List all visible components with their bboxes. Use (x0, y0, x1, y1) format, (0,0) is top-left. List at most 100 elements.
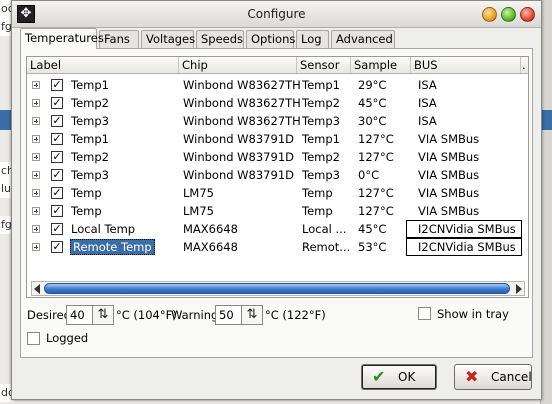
row-bus: VIA SMBus (418, 186, 480, 200)
table-row[interactable]: ✓ Temp LM75 Temp 127°C VIA SMBus (27, 184, 528, 202)
table-row[interactable]: ✓ Local Temp MAX6648 Local ... 45°C I2CNVidia… (27, 220, 528, 238)
row-checkbox[interactable]: ✓ (51, 151, 63, 163)
column-header-sensor[interactable]: Sensor (297, 57, 351, 73)
row-checkbox[interactable]: ✓ (51, 97, 63, 109)
row-checkbox[interactable]: ✓ (51, 205, 63, 217)
horizontal-scrollbar[interactable] (31, 281, 525, 296)
row-chip: LM75 (183, 204, 214, 218)
x-icon: ✖ (465, 367, 479, 386)
expand-plus-icon[interactable] (32, 243, 40, 251)
row-sensor: Temp3 (302, 114, 340, 128)
row-label: Temp (71, 204, 102, 218)
spin-arrows-icon[interactable]: ⇅ (92, 305, 114, 325)
expand-plus-icon[interactable] (32, 117, 40, 125)
show-in-tray-checkbox[interactable] (418, 307, 431, 320)
row-checkbox[interactable]: ✓ (51, 187, 63, 199)
table-row[interactable]: ✓ Temp2 Winbond W83627THF Temp2 45°C ISA (27, 94, 528, 112)
scroll-left-icon[interactable] (34, 284, 40, 294)
warning-label: Warning (171, 308, 219, 322)
table-row[interactable]: ✓ Temp3 Winbond W83791D Temp3 0°C VIA SMBus (27, 166, 528, 184)
tab-speeds[interactable]: Speeds (196, 30, 244, 48)
row-bus: VIA SMBus (418, 204, 480, 218)
scroll-thumb[interactable] (44, 283, 510, 294)
logged-label: Logged (46, 331, 89, 345)
row-sensor: Temp (302, 204, 333, 218)
warning-input[interactable]: 50 (215, 305, 243, 325)
row-sensor: Temp2 (302, 96, 340, 110)
logged-checkbox[interactable] (27, 332, 40, 345)
row-checkbox[interactable]: ✓ (51, 241, 63, 253)
close-button[interactable] (520, 7, 535, 22)
row-label: Local Temp (71, 222, 136, 236)
row-sample: 30°C (358, 114, 387, 128)
desired-unit: °C (104°F) (116, 308, 177, 322)
scroll-right-icon[interactable] (516, 284, 522, 294)
row-bus: VIA SMBus (418, 132, 480, 146)
row-label: Temp3 (71, 114, 109, 128)
row-label: Temp3 (71, 168, 109, 182)
maximize-button[interactable] (501, 7, 516, 22)
row-sample: 127°C (358, 132, 394, 146)
temperatures-panel: Label Chip Sensor Sample BUS . ✓ Temp1 Win… (20, 48, 533, 358)
desired-input[interactable]: 40 (66, 305, 94, 325)
checkmark-icon: ✔ (372, 367, 386, 386)
table-row[interactable]: ✓ Temp LM75 Temp 127°C VIA SMBus (27, 202, 528, 220)
ok-button[interactable]: ✔ OK (361, 364, 437, 390)
table-row[interactable]: ✓ Temp3 Winbond W83627THF Temp3 30°C ISA (27, 112, 528, 130)
tab-fans[interactable]: Fans (99, 30, 139, 48)
row-sensor: Temp1 (302, 132, 340, 146)
spin-arrows-icon[interactable]: ⇅ (241, 305, 263, 325)
row-checkbox[interactable]: ✓ (51, 223, 63, 235)
row-checkbox[interactable]: ✓ (51, 133, 63, 145)
column-header-label[interactable]: Label (27, 57, 179, 73)
row-chip: Winbond W83627THF (183, 78, 301, 92)
tab-options[interactable]: Options (246, 30, 295, 48)
row-sensor: Temp2 (302, 150, 340, 164)
expand-plus-icon[interactable] (32, 207, 40, 215)
row-bus: VIA SMBus (418, 168, 480, 182)
row-checkbox[interactable]: ✓ (51, 115, 63, 127)
tab-temperatures[interactable]: Temperatures (20, 28, 104, 49)
minimize-button[interactable] (482, 7, 497, 22)
table-row[interactable]: ✓ Temp1 Winbond W83627THF Temp1 29°C ISA (27, 76, 528, 94)
expand-plus-icon[interactable] (32, 99, 40, 107)
expand-plus-icon[interactable] (32, 135, 40, 143)
bus-highlight-box (406, 220, 522, 238)
expand-plus-icon[interactable] (32, 225, 40, 233)
row-chip: Winbond W83791D (183, 168, 294, 182)
column-header-chip[interactable]: Chip (179, 57, 297, 73)
window-title: Configure (247, 7, 306, 21)
row-sensor: Temp (302, 186, 333, 200)
row-chip: MAX6648 (183, 240, 238, 254)
row-checkbox[interactable]: ✓ (51, 79, 63, 91)
configure-dialog: ✥ Configure Temperatures Fans Voltages S… (11, 0, 542, 400)
table-row[interactable]: ✓ Temp1 Winbond W83791D Temp1 127°C VIA SMBus (27, 130, 528, 148)
tab-advanced[interactable]: Advanced (331, 30, 395, 48)
sensor-list[interactable]: Label Chip Sensor Sample BUS . ✓ Temp1 Win… (26, 56, 529, 298)
row-sample: 29°C (358, 78, 387, 92)
row-sensor: Local ... (302, 222, 347, 236)
row-chip: LM75 (183, 186, 214, 200)
table-row[interactable]: ✓ Temp2 Winbond W83791D Temp2 127°C VIA SMBus (27, 148, 528, 166)
show-in-tray-label: Show in tray (437, 307, 509, 321)
title-bar[interactable]: ✥ Configure (12, 1, 541, 28)
tab-voltages[interactable]: Voltages (141, 30, 195, 48)
expand-plus-icon[interactable] (32, 171, 40, 179)
column-header-bus[interactable]: BUS (411, 57, 521, 73)
table-row[interactable]: ✓ Remote Temp MAX6648 Remot... 53°C I2CNVidia… (27, 238, 528, 256)
row-sample: 127°C (358, 150, 394, 164)
cancel-button[interactable]: ✖ Cancel (454, 364, 532, 390)
row-label: Temp1 (71, 78, 109, 92)
expand-plus-icon[interactable] (32, 189, 40, 197)
row-bus: ISA (418, 114, 437, 128)
column-header-sample[interactable]: Sample (351, 57, 411, 73)
row-bus: VIA SMBus (418, 150, 480, 164)
tab-log[interactable]: Log (296, 30, 329, 48)
row-label: Temp1 (71, 132, 109, 146)
expand-plus-icon[interactable] (32, 153, 40, 161)
cancel-button-label: Cancel (491, 370, 532, 384)
row-checkbox[interactable]: ✓ (51, 169, 63, 181)
row-sample: 0°C (358, 168, 380, 182)
row-chip: Winbond W83791D (183, 150, 294, 164)
expand-plus-icon[interactable] (32, 81, 40, 89)
